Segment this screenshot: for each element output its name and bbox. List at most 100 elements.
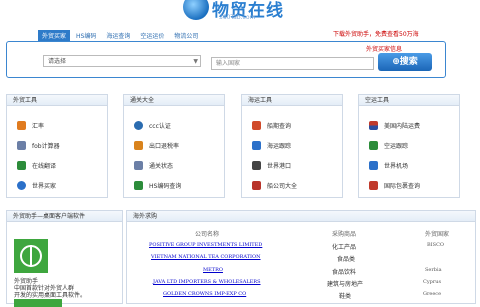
product-cell: 食品饮料 [332, 269, 357, 276]
panel-title: 通关大全 [124, 95, 224, 106]
tool-label: 国际包裹查询 [384, 182, 421, 190]
panel-title: 外贸工具 [7, 95, 107, 106]
col-product: 采购商品 [332, 231, 357, 238]
tool-currency[interactable]: 汇率 [17, 119, 44, 131]
download-promo-link[interactable]: 下载外贸助手，免费查看50万海 [333, 29, 419, 38]
download-title: 外贸助手—桌面客户端软件 [7, 211, 122, 222]
panel-title: 空运工具 [359, 95, 459, 106]
tool-label: HS编码查询 [149, 182, 182, 190]
category-select-value: 请选择 [48, 58, 67, 65]
buyers-section: 海外求购 公司名称 采购商品 外贸国家 POSITIVE GROUP INVES… [126, 210, 476, 304]
tool-translate[interactable]: 在线翻译 [17, 159, 56, 171]
tool-label: 通关状态 [149, 162, 174, 170]
tool-ship-schedule[interactable]: 船期查询 [252, 119, 291, 131]
company-link[interactable]: METRO [203, 267, 223, 273]
country-cell: BISCO [427, 242, 444, 248]
tool-world-buyers[interactable]: 世界买家 [17, 179, 56, 191]
tab-buyers[interactable]: 外贸买家 [38, 30, 71, 41]
table-row: VIETNAM NATIONAL TEA CORPORATION 食品类 [127, 254, 475, 264]
globe-icon [17, 180, 26, 190]
country-search-input[interactable]: 输入国家 [211, 57, 374, 70]
schedule-icon [252, 120, 261, 130]
tool-shipping-companies[interactable]: 船公司大全 [252, 179, 297, 191]
country-cell: Serbia [425, 267, 442, 273]
panel-customs: 通关大全 ccc认证 出口退税率 通关状态 HS编码查询 [123, 94, 225, 198]
certificate-icon [134, 120, 143, 130]
tab-logistics[interactable]: 物流公司 [170, 30, 202, 41]
status-icon [134, 160, 143, 170]
tab-hs-code[interactable]: HS编码 [72, 30, 100, 41]
col-company: 公司名称 [195, 231, 220, 238]
panel-title: 海运工具 [242, 95, 342, 106]
parcel-icon [369, 180, 378, 190]
tool-ocean-tracking[interactable]: 海运跟踪 [252, 139, 291, 151]
translate-icon [17, 160, 26, 170]
search-tabs: 外贸买家 HS编码 海运查询 空运运价 物流公司 [38, 30, 202, 41]
download-section: 外贸助手—桌面客户端软件 外贸助手 中国首款针对外贸人群 开发的实用桌面工具软件… [6, 210, 123, 307]
tool-ccc[interactable]: ccc认证 [134, 119, 171, 131]
tool-hs-code[interactable]: HS编码查询 [134, 179, 181, 191]
company-link[interactable]: POSITIVE GROUP INVESTMENTS LIMITED [149, 242, 262, 248]
company-link[interactable]: JAVA LTD IMPORTERS & WHOLESALERS [153, 279, 261, 285]
panel-air-tools: 空运工具 美国内陆运费 空运跟踪 世界机场 国际包裹查询 [358, 94, 460, 198]
tool-label: 海运跟踪 [267, 142, 292, 150]
tool-world-airports[interactable]: 世界机场 [369, 159, 408, 171]
category-select[interactable]: 请选择 ▼ [43, 55, 201, 67]
tax-icon [134, 140, 143, 150]
airport-icon [369, 160, 378, 170]
search-icon: ⊕ [392, 57, 400, 67]
tool-label: 空运跟踪 [384, 142, 409, 150]
chevron-down-icon: ▼ [193, 58, 198, 65]
ship-tracking-icon [252, 140, 261, 150]
tool-label: 汇率 [32, 122, 45, 130]
tool-tax-rebate[interactable]: 出口退税率 [134, 139, 179, 151]
tool-us-inland-freight[interactable]: 美国内陆运费 [369, 119, 420, 131]
tool-label: ccc认证 [149, 122, 171, 130]
logo-domain: 360Tab.com [219, 14, 256, 21]
tool-customs-status[interactable]: 通关状态 [134, 159, 173, 171]
tool-label: 世界港口 [267, 162, 292, 170]
shipping-company-icon [252, 180, 261, 190]
us-flag-icon [369, 120, 378, 130]
tool-label: 船公司大全 [267, 182, 298, 190]
calculator-icon [17, 140, 26, 150]
panel-ocean-tools: 海运工具 船期查询 海运跟踪 世界港口 船公司大全 [241, 94, 343, 198]
panel-trade-tools: 外贸工具 汇率 fob计算器 在线翻译 世界买家 [6, 94, 108, 198]
tool-label: 在线翻译 [32, 162, 57, 170]
product-cell: 化工产品 [332, 244, 357, 251]
product-cell: 建筑与房地产 [327, 281, 364, 288]
country-cell: Cyprus [423, 279, 442, 285]
product-cell: 鞋类 [339, 293, 352, 300]
company-link[interactable]: GOLDEN CROWNS IMP-EXP CO [163, 291, 246, 297]
tool-label: 世界机场 [384, 162, 409, 170]
download-button[interactable] [14, 299, 62, 307]
country-cell: Greece [423, 291, 442, 297]
product-cell: 食品类 [337, 256, 356, 263]
table-row: JAVA LTD IMPORTERS & WHOLESALERS 建筑与房地产 … [127, 279, 475, 289]
company-link[interactable]: VIETNAM NATIONAL TEA CORPORATION [151, 254, 261, 260]
currency-icon [17, 120, 26, 130]
tool-label: 出口退税率 [149, 142, 180, 150]
tool-parcel-tracking[interactable]: 国际包裹查询 [369, 179, 420, 191]
hs-code-icon [134, 180, 143, 190]
search-button[interactable]: ⊕搜索 [378, 53, 432, 71]
table-row: METRO 食品饮料 Serbia [127, 267, 475, 277]
tool-label: 世界买家 [32, 182, 57, 190]
tool-label: 船期查询 [267, 122, 292, 130]
tab-ocean-freight[interactable]: 海运查询 [102, 30, 134, 41]
search-hint[interactable]: 外贸买家信息 [366, 44, 402, 53]
app-logo-icon [14, 239, 48, 273]
port-icon [252, 160, 261, 170]
search-button-label: 搜索 [399, 57, 418, 67]
logo-globe-icon [183, 0, 209, 20]
tool-label: fob计算器 [32, 142, 60, 150]
air-tracking-icon [369, 140, 378, 150]
site-logo[interactable]: 物贸在线 360Tab.com [183, 0, 303, 22]
col-country: 外贸国家 [425, 231, 450, 238]
table-row: POSITIVE GROUP INVESTMENTS LIMITED 化工产品 … [127, 242, 475, 252]
tool-world-ports[interactable]: 世界港口 [252, 159, 291, 171]
tab-air-freight[interactable]: 空运运价 [136, 30, 168, 41]
tool-fob-calculator[interactable]: fob计算器 [17, 139, 60, 151]
buyers-title: 海外求购 [127, 211, 475, 222]
tool-air-tracking[interactable]: 空运跟踪 [369, 139, 408, 151]
